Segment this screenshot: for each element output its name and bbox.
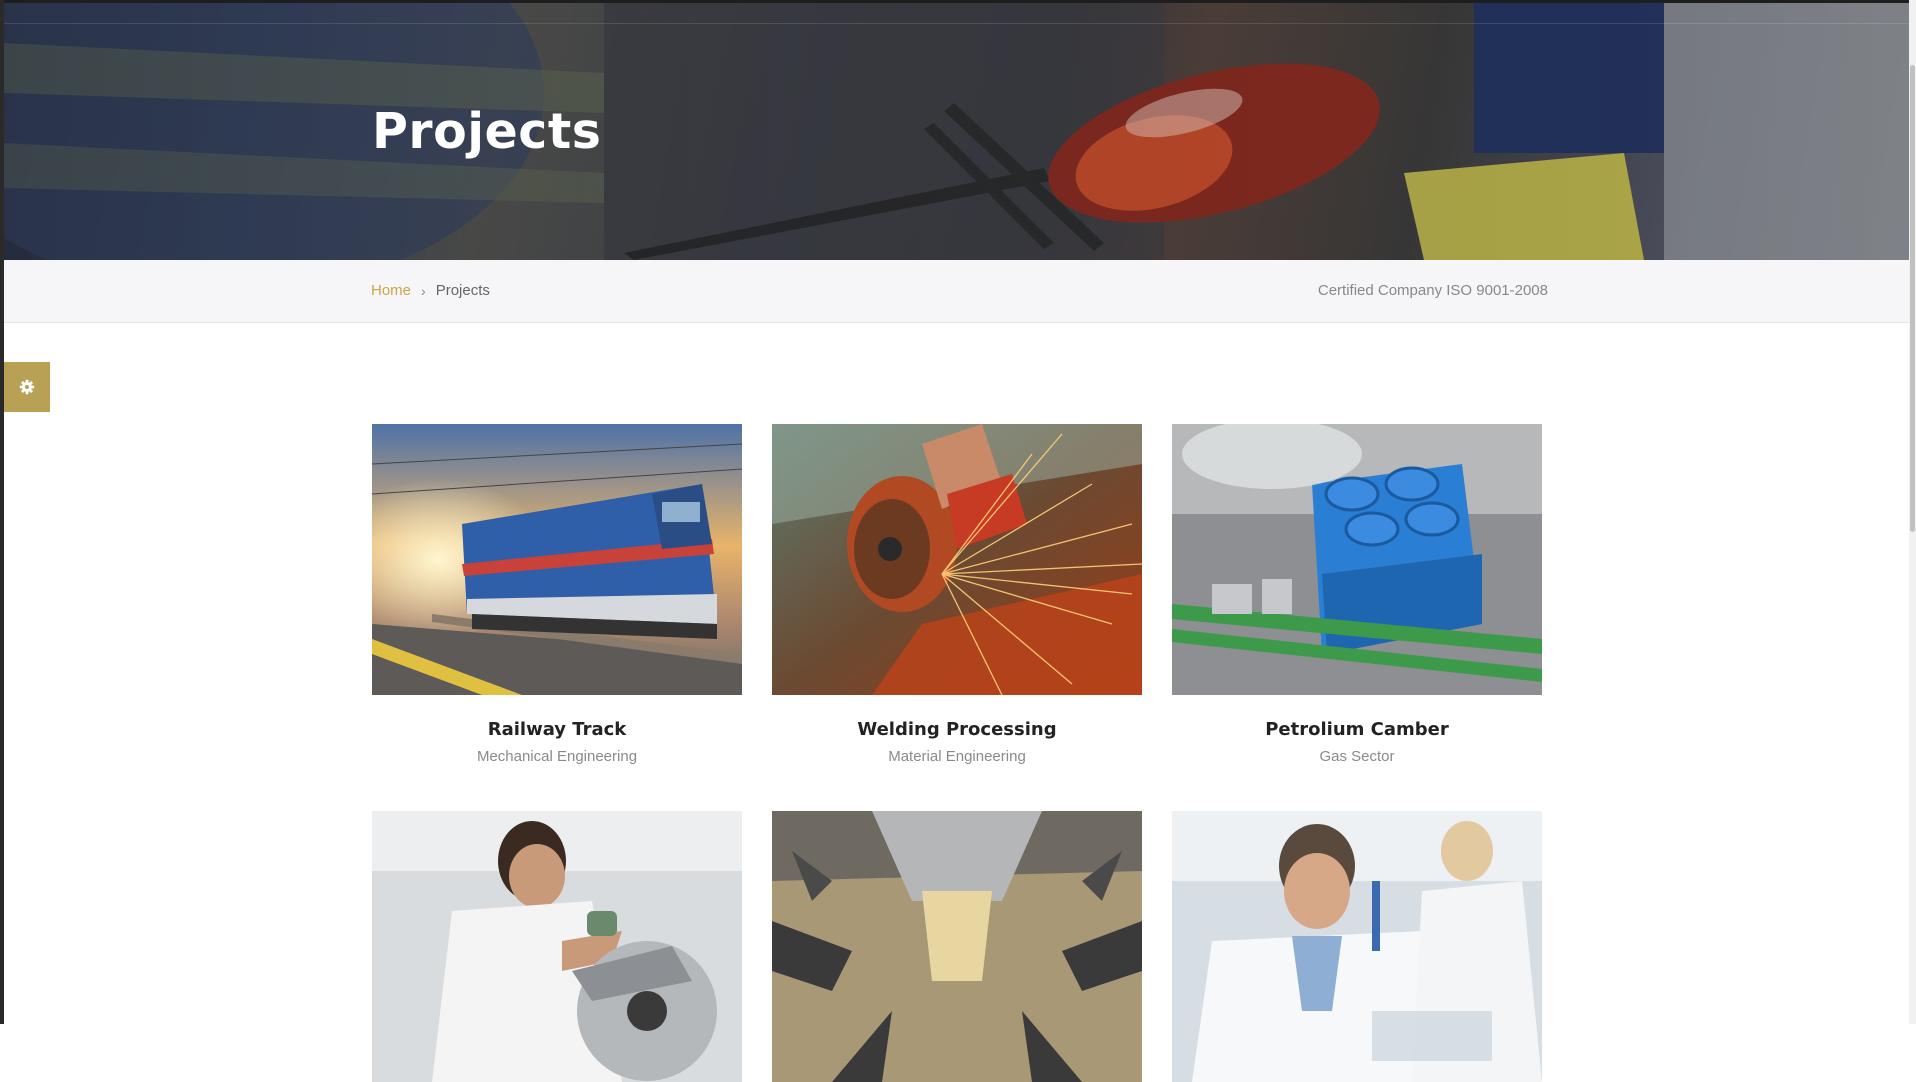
project-title[interactable]: Welding Processing bbox=[772, 719, 1142, 740]
laboratory-image bbox=[1172, 811, 1542, 1082]
window-top-edge bbox=[0, 0, 1916, 3]
project-card[interactable] bbox=[772, 811, 1142, 1082]
project-card[interactable]: Welding Processing Material Engineering bbox=[772, 424, 1142, 765]
gear-icon bbox=[19, 379, 35, 395]
project-card[interactable]: Petrolium Camber Gas Sector bbox=[1172, 424, 1542, 765]
project-category: Material Engineering bbox=[888, 748, 1026, 765]
project-title[interactable]: Petrolium Camber bbox=[1172, 719, 1542, 740]
breadcrumb-home-link[interactable]: Home bbox=[371, 282, 411, 299]
project-title[interactable]: Railway Track bbox=[372, 719, 742, 740]
cooling-plant-image bbox=[1172, 424, 1542, 695]
scrollbar-thumb[interactable] bbox=[1910, 65, 1915, 532]
project-image[interactable] bbox=[372, 811, 742, 1082]
project-image[interactable] bbox=[372, 424, 742, 695]
project-card[interactable] bbox=[1172, 811, 1542, 1082]
page-hero-banner: Projects bbox=[4, 3, 1910, 260]
project-category: Mechanical Engineering bbox=[476, 748, 638, 765]
hero-overlay bbox=[4, 3, 1910, 260]
project-image[interactable] bbox=[1172, 811, 1542, 1082]
breadcrumb: Home › Projects bbox=[371, 282, 490, 299]
project-image[interactable] bbox=[1172, 424, 1542, 695]
chevron-right-icon: › bbox=[421, 282, 426, 299]
locomotive-image bbox=[372, 424, 742, 695]
grinder-sparks-image bbox=[772, 424, 1142, 695]
breadcrumb-current: Projects bbox=[435, 282, 490, 299]
project-card[interactable] bbox=[372, 811, 742, 1082]
header-divider bbox=[4, 23, 1910, 24]
certification-text: Certified Company ISO 9001-2008 bbox=[1317, 282, 1548, 299]
project-image[interactable] bbox=[772, 424, 1142, 695]
project-category: Gas Sector bbox=[1319, 748, 1395, 765]
food-machine-image bbox=[772, 811, 1142, 1082]
worker-saw-image bbox=[372, 811, 742, 1082]
page-scrollbar[interactable] bbox=[1909, 0, 1916, 1024]
window-left-edge bbox=[0, 0, 4, 1024]
settings-toggle-button[interactable] bbox=[4, 362, 50, 412]
breadcrumb-bar: Home › Projects Certified Company ISO 90… bbox=[4, 260, 1910, 323]
project-card[interactable]: Railway Track Mechanical Engineering bbox=[372, 424, 742, 765]
page-title: Projects bbox=[372, 103, 602, 160]
project-image[interactable] bbox=[772, 811, 1142, 1082]
